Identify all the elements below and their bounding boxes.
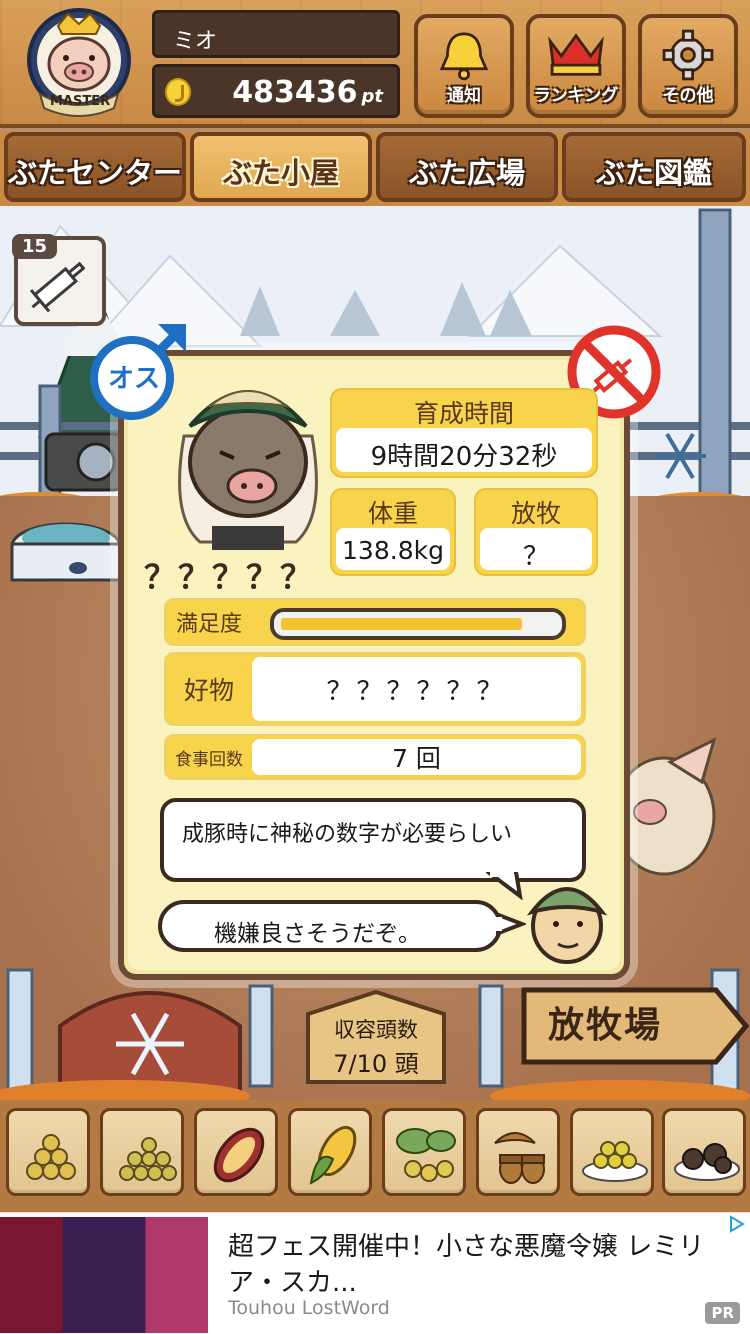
notification-label: 通知 [447,86,481,106]
pasture-sign-label: 放牧場 [548,1005,663,1046]
tab-pig-plaza[interactable]: ぶた広場 [376,132,558,202]
main-tabs: ぶたセンター ぶた小屋 ぶた広場 ぶた図鑑 [0,132,750,206]
grazing-label: 放牧 [510,499,561,528]
food-slot-truffle-plate[interactable] [662,1108,746,1196]
growth-time-label: 育成時間 [413,399,514,428]
food-selection-bar [0,1100,750,1212]
weight-value: 138.8kg [336,528,450,570]
satisfaction-bar [270,608,566,640]
favorite-food-row: 好物 ？？？？？？ [164,652,586,726]
acorn-icon [494,1132,545,1184]
ranking-label: ランキング [533,86,619,106]
vaccine-item[interactable]: 15 [12,234,106,326]
bean-pile-icon [119,1137,177,1181]
capacity-value: 7/10 頭 [333,1050,419,1078]
food-slot-corn[interactable] [288,1108,372,1196]
boar-portrait[interactable] [160,366,336,562]
satisfaction-label: 満足度 [175,612,242,637]
coin-icon [165,78,191,106]
food-slot-grain-plate[interactable] [570,1108,654,1196]
points-value: 483436 [232,75,358,110]
master-badge-avatar[interactable]: MASTER [20,8,138,120]
crown-icon [548,33,604,76]
hint-text: 成豚時に神秘の数字が必要らしい [182,822,513,847]
meal-count-label: 食事回数 [175,749,243,770]
food-slot-acorn[interactable] [476,1108,560,1196]
meal-count-value: 7 回 [252,739,581,775]
tab-pig-encyclopedia[interactable]: ぶた図鑑 [562,132,746,202]
truffle-plate-icon [674,1143,740,1181]
growth-time-panel: 育成時間 9時間20分32秒 [330,388,598,478]
mood-text: 機嫌良さそうだぞ。 [214,921,421,947]
favorite-food-label: 好物 [183,676,234,705]
ad-image[interactable] [0,1217,208,1333]
bell-icon [439,32,489,81]
grazing-panel: 放牧 ？ [474,488,598,576]
mood-speech-bubble: 機嫌良さそうだぞ。 [158,900,502,952]
tab-pig-house[interactable]: ぶた小屋 [190,132,372,202]
food-slot-leafy-beans[interactable] [382,1108,466,1196]
wandering-pig[interactable] [610,726,750,926]
meal-count-row: 食事回数 7 回 [164,734,586,780]
food-slot-grain-pile[interactable] [6,1108,90,1196]
pig-name: ？？？？？ [144,558,315,596]
satisfaction-bar-fill [281,618,522,630]
grazing-value: ？ [480,528,592,572]
food-slot-sweet-potato[interactable] [194,1108,278,1196]
farmer-icon[interactable] [522,872,612,966]
leafy-beans-icon [396,1128,456,1182]
points-unit: pt [361,86,384,107]
bubble-tail [486,872,523,900]
ad-banner[interactable]: 超フェス開催中！小さな悪魔令嬢 レミリア・スカ... Touhou LostWo… [0,1212,750,1334]
points-display: 483436 pt [152,64,400,118]
hint-speech-bubble: 成豚時に神秘の数字が必要らしい [160,798,586,882]
growth-time-value: 9時間20分32秒 [336,428,592,472]
ranking-button[interactable]: ランキング [526,14,626,118]
capacity-label: 収容頭数 [334,1018,418,1042]
settings-button[interactable]: その他 [638,14,738,118]
satisfaction-row: 満足度 [164,598,586,646]
tab-pig-center[interactable]: ぶたセンター [4,132,186,202]
ad-choices-icon[interactable] [728,1215,746,1233]
favorite-food-value: ？？？？？？ [252,657,581,721]
corn-icon [309,1125,357,1185]
weight-panel: 体重 138.8kg [330,488,456,576]
ad-pr-badge: PR [705,1302,740,1324]
notification-button[interactable]: 通知 [414,14,514,118]
ad-source: Touhou LostWord [228,1297,390,1319]
grain-pile-icon [26,1134,76,1180]
settings-label: その他 [662,86,714,106]
vaccine-count: 15 [12,234,58,259]
top-header: MASTER ミオ 483436 pt 通知 ランキング その他 [0,0,750,128]
player-name: ミオ [152,10,400,58]
weight-label: 体重 [367,499,418,528]
grain-plate-icon [582,1141,648,1182]
ad-title[interactable]: 超フェス開催中！小さな悪魔令嬢 レミリア・スカ... [228,1229,708,1301]
food-slot-bean-pile[interactable] [100,1108,184,1196]
sweet-potato-icon [213,1127,265,1183]
gear-icon [662,29,714,81]
master-badge-text: MASTER [50,94,111,109]
